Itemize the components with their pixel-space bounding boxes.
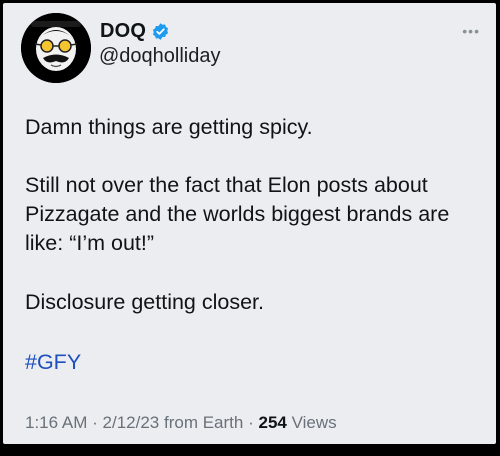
views-count[interactable]: 254 xyxy=(258,413,286,432)
tweet-date[interactable]: 2/12/23 xyxy=(103,413,160,432)
tweet-card: DOQ @doqholliday ••• Damn things are get… xyxy=(3,3,496,444)
avatar-image xyxy=(21,13,91,83)
display-name[interactable]: DOQ xyxy=(100,20,146,43)
meta-separator: · xyxy=(92,413,98,432)
tweet-line-2: Still not over the fact that Elon posts … xyxy=(25,173,450,255)
avatar[interactable] xyxy=(21,13,91,83)
tweet-time[interactable]: 1:16 AM xyxy=(25,413,87,432)
tweet-meta: 1:16 AM · 2/12/23 from Earth · 254 Views xyxy=(25,413,337,433)
hashtag-link[interactable]: #GFY xyxy=(25,348,81,377)
tweet-line-3: Disclosure getting closer. xyxy=(25,290,264,314)
tweet-line-1: Damn things are getting spicy. xyxy=(25,115,313,139)
verified-badge-icon xyxy=(151,22,170,41)
more-dots-icon[interactable]: ••• xyxy=(462,23,480,39)
author-handle[interactable]: @doqholliday xyxy=(99,45,221,68)
meta-separator: · xyxy=(248,413,254,432)
views-label: Views xyxy=(291,413,337,432)
author-name-row[interactable]: DOQ xyxy=(100,20,170,43)
tweet-source: from Earth xyxy=(163,413,244,432)
